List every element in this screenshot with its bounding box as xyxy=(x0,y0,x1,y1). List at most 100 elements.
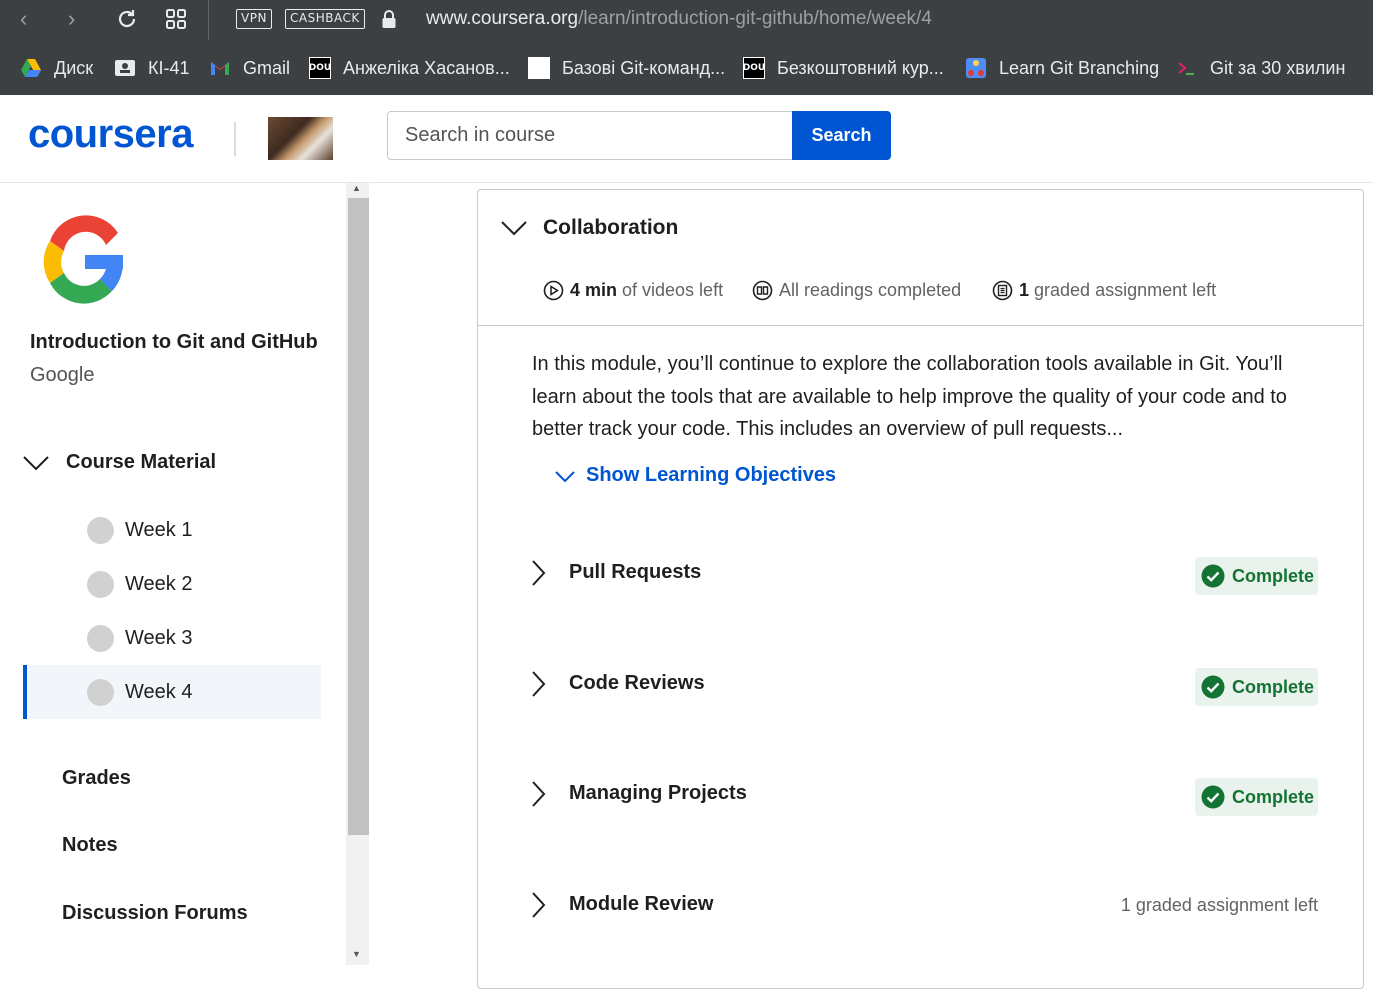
scroll-down-icon[interactable]: ▼ xyxy=(352,949,361,959)
tabs-grid-icon[interactable] xyxy=(165,8,187,30)
bookmark-dou-2[interactable]: DOU Безкоштовний кур... xyxy=(743,54,944,82)
bookmark-git-basics[interactable]: Базові Git-команд... xyxy=(528,54,725,82)
bookmark-label: Learn Git Branching xyxy=(999,57,1160,78)
sidebar-item-grades[interactable]: Grades xyxy=(62,767,131,790)
progress-circle-icon xyxy=(87,678,114,706)
gmail-icon xyxy=(211,62,229,75)
dou-icon: DOU xyxy=(309,57,331,79)
bookmark-gmail[interactable]: Gmail xyxy=(209,54,290,82)
sidebar-item-discussion-forums[interactable]: Discussion Forums xyxy=(62,902,248,925)
course-material-label: Course Material xyxy=(66,451,217,473)
site-header: coursera Search xyxy=(0,95,1373,183)
vpn-button[interactable]: VPN xyxy=(236,9,272,29)
chevron-right-icon xyxy=(532,560,546,586)
dou-icon: DOU xyxy=(743,57,765,79)
play-circle-icon xyxy=(543,280,564,301)
address-bar[interactable]: www.coursera.org/learn/introduction-git-… xyxy=(426,8,932,30)
module-description: In this module, you’ll continue to explo… xyxy=(532,353,1287,440)
sidebar-item-week-4[interactable]: Week 4 xyxy=(23,665,321,719)
lesson-row-module-review[interactable]: Module Review 1 graded assignment left xyxy=(528,885,1318,925)
bookmark-label: КІ-41 xyxy=(148,57,190,78)
course-title[interactable]: Introduction to Git and GitHub xyxy=(30,331,318,354)
videos-left-value: 4 min xyxy=(570,280,618,300)
graded-status: 1 graded assignment left xyxy=(992,280,1216,301)
search-button[interactable]: Search xyxy=(792,111,891,160)
graded-left-value: 1 xyxy=(1019,280,1030,300)
complete-badge: Complete xyxy=(1195,668,1318,706)
check-circle-icon xyxy=(1201,675,1225,699)
toolbar-divider xyxy=(208,0,209,40)
sidebar-scrollbar[interactable]: ▲ ▼ xyxy=(346,183,369,965)
assignment-circle-icon xyxy=(992,280,1013,301)
videos-left: 4 min of videos left xyxy=(543,280,723,301)
status-label: Complete xyxy=(1232,565,1315,586)
week-label: Week 4 xyxy=(125,680,193,703)
lesson-row-managing-projects[interactable]: Managing Projects Complete xyxy=(528,774,1318,816)
lesson-row-code-reviews[interactable]: Code Reviews Complete xyxy=(528,664,1318,706)
bookmark-dou-1[interactable]: DOU Анжеліка Хасанов... xyxy=(309,54,510,82)
chevron-right-icon xyxy=(532,781,546,807)
classroom-icon xyxy=(115,60,135,76)
check-circle-icon xyxy=(1201,564,1225,588)
bookmark-label: Git за 30 хвилин xyxy=(1210,57,1346,78)
bookmark-label: Анжеліка Хасанов... xyxy=(343,57,510,78)
sidebar-item-week-2[interactable]: Week 2 xyxy=(23,557,321,611)
status-label: Complete xyxy=(1232,676,1315,697)
chevron-right-icon xyxy=(532,892,546,918)
sidebar-item-week-1[interactable]: Week 1 xyxy=(23,503,321,557)
status-label: Complete xyxy=(1232,786,1315,807)
progress-circle-icon xyxy=(87,516,114,544)
module-title: Collaboration xyxy=(543,216,679,239)
bookmark-label: Базові Git-команд... xyxy=(562,57,726,78)
lesson-title: Module Review xyxy=(569,893,714,915)
coursera-logo[interactable]: coursera xyxy=(28,112,193,157)
lock-icon[interactable] xyxy=(381,8,397,30)
progress-circle-icon xyxy=(87,570,114,598)
graded-left-text: 1 graded assignment left xyxy=(1120,895,1318,915)
lesson-title: Managing Projects xyxy=(569,782,747,804)
bookmark-label: Безкоштовний кур... xyxy=(777,57,944,78)
lesson-title: Pull Requests xyxy=(569,561,702,583)
bookmark-disk[interactable]: Диск xyxy=(20,54,93,82)
bookmark-ki41[interactable]: КІ-41 xyxy=(114,54,190,82)
bookmark-git-30min[interactable]: Git за 30 хвилин xyxy=(1176,54,1345,82)
back-icon[interactable]: ‹ xyxy=(20,6,27,32)
chevron-right-icon xyxy=(532,671,546,697)
module-card: Collaboration 4 min of videos left All re… xyxy=(477,189,1364,989)
progress-circle-icon xyxy=(87,624,114,652)
avatar[interactable] xyxy=(268,117,333,160)
chevron-down-icon[interactable] xyxy=(500,218,528,238)
lesson-row-pull-requests[interactable]: Pull Requests Complete xyxy=(528,553,1318,595)
check-circle-icon xyxy=(1201,785,1225,809)
sidebar-item-week-3[interactable]: Week 3 xyxy=(23,611,321,665)
sidebar-item-notes[interactable]: Notes xyxy=(62,834,118,857)
search-input[interactable] xyxy=(387,111,792,160)
page-icon xyxy=(528,57,550,79)
readings-label: All readings completed xyxy=(779,280,962,300)
header-divider xyxy=(234,122,236,156)
git-branching-icon xyxy=(966,58,986,78)
module-header[interactable]: Collaboration 4 min of videos left All re… xyxy=(478,190,1363,326)
browser-toolbar: ‹ › VPN CASHBACK www.coursera.org/learn/… xyxy=(0,0,1373,40)
cashback-button[interactable]: CASHBACK xyxy=(285,9,365,29)
forward-icon[interactable]: › xyxy=(68,6,75,32)
bookmarks-bar: Диск КІ-41 Gmail DOU Анжеліка Хасанов...… xyxy=(0,40,1373,95)
scrollbar-thumb[interactable] xyxy=(348,198,369,835)
bookmark-label: Gmail xyxy=(243,57,291,78)
course-material-toggle[interactable]: Course Material xyxy=(22,451,216,474)
sidebar: Introduction to Git and GitHub Google Co… xyxy=(0,183,346,965)
book-circle-icon xyxy=(752,280,773,301)
terminal-icon xyxy=(1178,62,1194,75)
show-learning-objectives-button[interactable]: Show Learning Objectives xyxy=(554,464,836,487)
complete-badge: Complete xyxy=(1195,778,1318,816)
bookmark-learn-git-branching[interactable]: Learn Git Branching xyxy=(965,54,1159,82)
videos-left-label: of videos left xyxy=(622,280,724,300)
google-logo-icon xyxy=(43,215,123,304)
scroll-up-icon[interactable]: ▲ xyxy=(352,183,361,193)
week-label: Week 2 xyxy=(125,572,193,595)
readings-status: All readings completed xyxy=(752,280,961,301)
reload-icon[interactable] xyxy=(116,8,138,30)
chevron-down-icon xyxy=(555,470,575,482)
google-drive-icon xyxy=(21,59,41,77)
complete-badge: Complete xyxy=(1195,557,1318,595)
